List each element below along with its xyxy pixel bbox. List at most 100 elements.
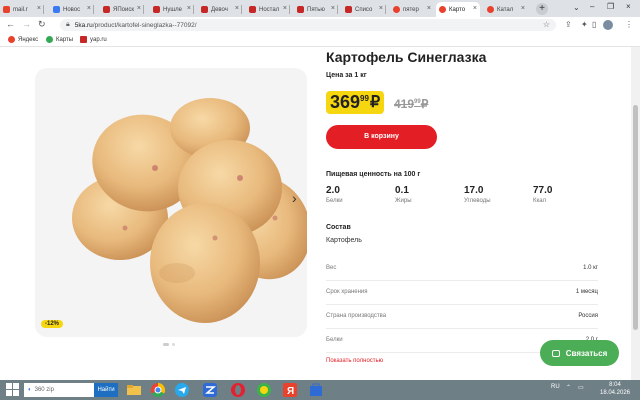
browser-tab-active[interactable]: Карто ×	[436, 2, 480, 17]
close-tab-icon[interactable]: ×	[427, 5, 431, 12]
browser-360-icon[interactable]	[256, 382, 272, 398]
nutrition-value: 2.0	[326, 185, 340, 196]
restore-icon[interactable]: ❐	[607, 2, 614, 11]
close-tab-icon[interactable]: ×	[235, 5, 239, 12]
address-bar: ← → ↻ 🔒︎ 5ka.ru /product/kartofel-sinegl…	[0, 17, 640, 33]
browser-tab[interactable]: Девоч ×	[198, 2, 242, 17]
url-field[interactable]: 🔒︎ 5ka.ru /product/kartofel-sineglazka--…	[60, 19, 556, 31]
close-tab-icon[interactable]: ×	[331, 5, 335, 12]
spec-label: Срок хранения	[326, 289, 368, 295]
browser-tab[interactable]: Ностал ×	[246, 2, 290, 17]
close-tab-icon[interactable]: ×	[473, 5, 477, 12]
carousel-dot-active[interactable]	[163, 343, 169, 346]
tab-favicon-icon	[487, 6, 494, 13]
chevron-right-icon[interactable]: ›	[292, 190, 297, 206]
bookmark-star-icon[interactable]: ☆	[543, 20, 550, 29]
clock-time: 8:04	[609, 382, 621, 388]
telegram-icon[interactable]	[174, 382, 190, 398]
tab-label: Пятью	[307, 6, 325, 13]
minimize-icon[interactable]: –	[590, 2, 594, 11]
nutrition-carbs: 17.0 Углеводы	[464, 185, 491, 204]
clock[interactable]: 8:04 18.04.2026	[595, 381, 635, 397]
show-all-link[interactable]: Показать полностью	[326, 358, 383, 364]
file-explorer-icon[interactable]	[126, 382, 142, 398]
nutrition-label: Углеводы	[464, 198, 491, 204]
page-scrollbar[interactable]	[631, 47, 640, 380]
tab-favicon-icon	[3, 6, 10, 13]
current-price: 369 99 ₽	[326, 91, 385, 114]
browser-tab[interactable]: Нушле ×	[150, 2, 194, 17]
tab-label: Новос	[63, 6, 81, 13]
spec-value: Россия	[578, 313, 598, 319]
old-price: 41999₽	[394, 97, 428, 111]
chevron-down-icon[interactable]: ⌄	[573, 3, 580, 12]
close-tab-icon[interactable]: ×	[87, 5, 91, 12]
browser-tab[interactable]: mail.r ×	[0, 2, 44, 17]
contact-button[interactable]: Связаться	[540, 340, 619, 366]
tab-favicon-icon	[393, 6, 400, 13]
close-tab-icon[interactable]: ×	[37, 5, 41, 12]
tab-label: ЯПоиск	[113, 6, 134, 13]
chevron-up-icon[interactable]: ⌃	[566, 384, 571, 391]
store-icon[interactable]	[308, 382, 324, 398]
profile-avatar-icon[interactable]	[603, 20, 613, 30]
product-image-panel[interactable]: -12%	[35, 68, 307, 337]
bookmark-maps[interactable]: Карты	[46, 36, 73, 43]
taskbar-search-button[interactable]: Найти	[94, 383, 118, 397]
browser-tab[interactable]: Пятью ×	[294, 2, 338, 17]
nutrition-label: Ккал	[533, 198, 547, 204]
spec-label: Вес	[326, 265, 337, 271]
carousel-dots	[163, 343, 175, 346]
tab-label: Катал	[497, 6, 514, 13]
yandex-icon[interactable]: Я	[282, 382, 298, 398]
reload-icon[interactable]: ↻	[38, 19, 46, 30]
close-tab-icon[interactable]: ×	[379, 5, 383, 12]
nutrition-kcal: 77.0 Ккал	[533, 185, 552, 204]
share-icon[interactable]: ⇪	[565, 20, 572, 29]
tab-label: mail.r	[13, 6, 28, 13]
close-tab-icon[interactable]: ×	[283, 5, 287, 12]
bookmark-yandex[interactable]: Яндекс	[8, 36, 38, 43]
close-tab-icon[interactable]: ×	[521, 5, 525, 12]
nutrition-label: Жиры	[395, 198, 412, 204]
keyboard-language[interactable]: RU	[551, 384, 560, 390]
nutrition-proteins: 2.0 Белки	[326, 185, 343, 204]
extensions-puzzle-icon[interactable]: ✦	[581, 20, 588, 29]
tab-favicon-icon	[345, 6, 352, 13]
spec-row: Вес 1.0 кг	[326, 256, 598, 281]
browser-tab[interactable]: ЯПоиск ×	[100, 2, 144, 17]
messenger-icon[interactable]	[202, 382, 218, 398]
taskbar-search-input[interactable]: ◐ 360 zip	[24, 383, 94, 397]
bookmark-yap[interactable]: yap.ru	[80, 36, 107, 43]
carousel-dot[interactable]	[172, 343, 175, 346]
sidebar-icon[interactable]: ▯	[592, 20, 596, 29]
browser-tab[interactable]: Новос ×	[50, 2, 94, 17]
spec-value: 1 месяц	[575, 289, 598, 295]
close-tab-icon[interactable]: ×	[187, 5, 191, 12]
new-tab-button[interactable]: +	[536, 3, 548, 15]
spec-row: Срок хранения 1 месяц	[326, 280, 598, 305]
nutrition-value: 0.1	[395, 185, 409, 196]
back-icon[interactable]: ←	[6, 19, 15, 29]
lock-icon[interactable]: 🔒︎	[66, 21, 70, 29]
browser-tab[interactable]: Катал ×	[484, 2, 528, 17]
bookmarks-bar: Яндекс Карты yap.ru	[0, 33, 640, 47]
product-title: Картофель Синеглазка	[326, 49, 487, 65]
opera-icon[interactable]	[230, 382, 246, 398]
tab-favicon-icon	[249, 6, 256, 13]
windows-start-icon[interactable]	[6, 383, 19, 396]
nutrition-label: Белки	[326, 198, 343, 204]
close-window-icon[interactable]: ×	[626, 2, 631, 11]
contact-button-label: Связаться	[565, 348, 608, 358]
menu-kebab-icon[interactable]: ⋮	[625, 20, 633, 29]
forward-icon[interactable]: →	[22, 19, 31, 29]
spec-label: Страна производства	[326, 313, 387, 319]
add-to-cart-button[interactable]: В корзину	[326, 125, 437, 149]
chrome-icon[interactable]	[150, 382, 166, 398]
browser-tab[interactable]: пятер ×	[390, 2, 434, 17]
browser-tab[interactable]: Списо ×	[342, 2, 386, 17]
scrollbar-thumb[interactable]	[633, 105, 638, 330]
tab-label: Ностал	[259, 6, 280, 13]
close-tab-icon[interactable]: ×	[137, 5, 141, 12]
network-icon[interactable]: ▭	[578, 384, 584, 391]
